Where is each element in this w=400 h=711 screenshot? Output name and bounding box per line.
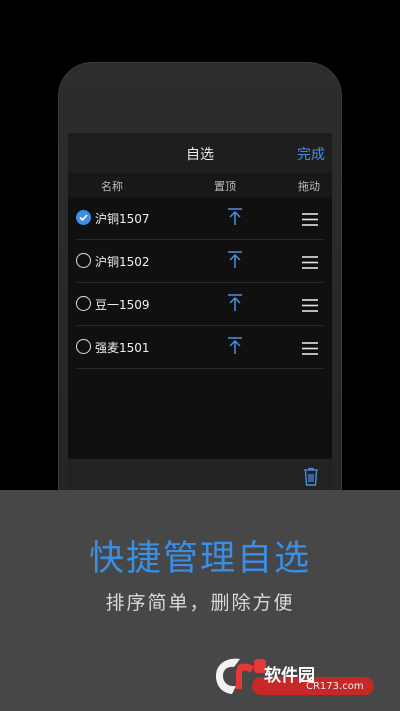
column-drag: 拖动 [298,180,320,193]
page-title: 自选 [186,147,214,163]
bottom-toolbar [68,459,332,493]
list-item: 豆一1509 [76,283,324,326]
row-checkbox[interactable] [76,296,91,311]
drag-handle-icon [302,299,318,312]
row-checkbox[interactable] [76,253,91,268]
checkmark-icon [79,214,88,222]
done-button[interactable]: 完成 [297,144,325,164]
watermark-logo: 软件园 CR173.com [210,653,382,699]
column-name: 名称 [101,180,123,193]
drag-handle-icon [302,256,318,269]
column-header: 名称 置顶 拖动 [68,173,332,197]
watermark-url: CR173.com [306,681,364,692]
navbar: 自选 完成 [68,133,332,173]
row-name: 强麦1501 [95,341,150,355]
watchlist: 沪铜1507 沪铜1502 豆一1509 强麦1501 [68,197,332,369]
row-checkbox-checked[interactable] [76,210,91,225]
list-item: 沪铜1502 [76,240,324,283]
row-name: 沪铜1507 [95,212,150,226]
promo-panel: 快捷管理自选 排序简单，删除方便 软件园 CR173.com [0,490,400,711]
delete-button[interactable] [303,467,319,490]
pin-to-top-button[interactable] [227,207,243,231]
pin-to-top-icon [228,337,242,354]
pin-to-top-icon [228,294,242,311]
drag-handle[interactable] [302,211,318,230]
pin-to-top-button[interactable] [227,336,243,360]
column-pin-top: 置顶 [214,180,236,193]
row-checkbox[interactable] [76,339,91,354]
row-name: 豆一1509 [95,298,150,312]
pin-to-top-button[interactable] [227,293,243,317]
drag-handle[interactable] [302,340,318,359]
row-name: 沪铜1502 [95,255,150,269]
list-item: 沪铜1507 [76,197,324,240]
drag-handle[interactable] [302,297,318,316]
pin-to-top-icon [228,208,242,225]
pin-to-top-icon [228,251,242,268]
drag-handle-icon [302,342,318,355]
promo-headline: 快捷管理自选 [88,539,311,579]
list-item: 强麦1501 [76,326,324,369]
phone-screen: 自选 完成 名称 置顶 拖动 沪铜1507 沪铜1502 豆一1509 强麦15… [68,133,332,493]
pin-to-top-button[interactable] [227,250,243,274]
promo-subline: 排序简单，删除方便 [105,592,295,614]
trash-icon [304,467,318,486]
drag-handle[interactable] [302,254,318,273]
drag-handle-icon [302,213,318,226]
